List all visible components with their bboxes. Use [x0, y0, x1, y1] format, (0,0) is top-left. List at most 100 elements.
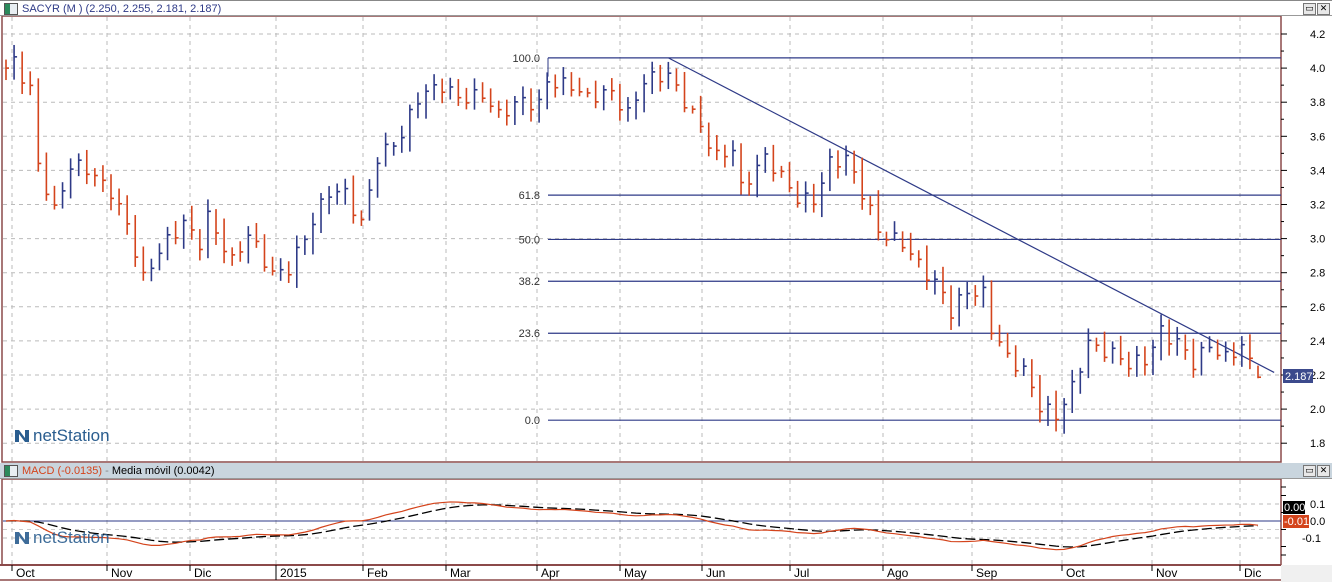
y-tick-label: 2.4	[1310, 336, 1325, 348]
ohlc-bar	[683, 71, 688, 113]
ohlc-bar	[586, 87, 591, 98]
ohlc-bar	[829, 148, 833, 192]
y-tick-label: 2.8	[1310, 268, 1325, 280]
ohlc-bar	[61, 182, 66, 209]
ohlc-bar	[1208, 336, 1213, 353]
close-button[interactable]: ✕	[1317, 3, 1330, 15]
ohlc-bar	[1136, 345, 1140, 377]
ohlc-bar	[417, 92, 421, 119]
macd-line	[5, 501, 1259, 551]
ohlc-bar	[199, 229, 203, 261]
ohlc-bar	[29, 71, 34, 96]
restore-button[interactable]: ▭	[1303, 3, 1316, 15]
ohlc-bar	[691, 105, 696, 114]
ohlc-bar	[1014, 345, 1019, 378]
ohlc-bar	[368, 179, 373, 221]
ohlc-bar	[514, 96, 518, 125]
ohlc-bar	[538, 89, 543, 123]
ohlc-bar	[13, 44, 18, 80]
ohlc-bar	[247, 226, 252, 264]
x-tick-label: Mar	[450, 566, 471, 580]
ohlc-bar	[958, 287, 963, 327]
macd-y-label: -0.1	[1302, 533, 1321, 545]
ohlc-bar	[772, 144, 777, 182]
y-tick-label: 4.0	[1310, 63, 1325, 75]
ohlc-bar	[85, 149, 90, 185]
signal-value-badge: 0.00	[1283, 501, 1305, 514]
ohlc-bar	[602, 85, 607, 111]
ohlc-bar	[497, 100, 502, 118]
fib-level-label: 50.0	[519, 234, 540, 246]
ohlc-bar	[926, 245, 930, 290]
ohlc-bar	[635, 91, 640, 120]
ohlc-bar	[505, 99, 510, 126]
y-tick-label: 4.2	[1310, 29, 1325, 41]
fib-level-label: 100.0	[512, 53, 540, 65]
ohlc-bar	[21, 51, 26, 95]
ohlc-bar	[990, 280, 995, 340]
ohlc-bar	[917, 250, 922, 268]
chart-canvas: 100.0 61.8 50.0 38.2 23.6 0.0 4.2 4.0 3.8 3.6 3.4…	[0, 15, 1332, 582]
ohlc-bar	[893, 221, 898, 241]
ohlc-bar	[384, 132, 389, 167]
fib-level-label: 38.2	[519, 276, 540, 288]
y-tick-label: 1.8	[1310, 438, 1325, 450]
ohlc-bar	[934, 270, 938, 295]
ohlc-bar	[1047, 395, 1051, 426]
macd-y-label: 0.1	[1310, 499, 1325, 511]
ohlc-bar	[376, 157, 381, 198]
ohlc-bar	[594, 80, 599, 109]
x-tick-label: 2015	[280, 566, 307, 580]
ohlc-bar	[53, 185, 58, 210]
ohlc-bar	[530, 88, 535, 122]
ohlc-bar	[1006, 332, 1011, 358]
ohlc-bar	[909, 232, 914, 261]
restore-button[interactable]: ▭	[1303, 465, 1316, 477]
ohlc-bar	[328, 186, 333, 215]
ohlc-bar	[748, 171, 753, 196]
ohlc-bar	[570, 72, 575, 97]
ohlc-bar	[1168, 319, 1173, 356]
ohlc-bar	[643, 74, 648, 113]
ohlc-bar	[1071, 369, 1076, 413]
ohlc-bar	[239, 241, 244, 262]
ohlc-bar	[1160, 314, 1165, 361]
ohlc-bar	[651, 61, 656, 95]
ohlc-bar	[966, 282, 971, 310]
close-button[interactable]: ✕	[1317, 465, 1330, 477]
ohlc-bar	[344, 178, 349, 205]
ohlc-bar	[845, 145, 850, 176]
ohlc-bar	[126, 195, 131, 235]
y-tick-label: 3.4	[1310, 165, 1325, 177]
ohlc-bar	[110, 174, 115, 211]
y-tick-label: 3.2	[1310, 200, 1325, 212]
ohlc-bar	[1111, 341, 1116, 364]
ohlc-bar	[546, 72, 551, 110]
ohlc-bar	[142, 246, 147, 281]
ohlc-bar	[223, 218, 228, 264]
y-tick-label: 3.0	[1310, 234, 1325, 246]
ohlc-bar	[740, 143, 745, 195]
ohlc-bar	[255, 222, 260, 248]
x-tick-label: Nov	[1156, 566, 1177, 580]
ohlc-bar	[263, 234, 268, 272]
x-tick-label: Feb	[367, 566, 388, 580]
ohlc-bar	[942, 266, 946, 305]
ohlc-bar	[627, 97, 631, 122]
ohlc-bar	[675, 68, 680, 92]
svg-text:netStation: netStation	[33, 426, 110, 445]
ohlc-bar	[1192, 338, 1197, 378]
ohlc-bar	[611, 78, 615, 101]
macd-y-label: 0.0	[1310, 516, 1325, 528]
ohlc-bar	[1257, 365, 1261, 379]
trendline	[668, 57, 1275, 373]
ohlc-bar	[1232, 342, 1237, 366]
ohlc-bar	[562, 67, 567, 96]
ohlc-bar	[554, 74, 559, 98]
ohlc-bar	[1079, 367, 1084, 394]
macd-panel-header: MACD (-0.0135) - Media móvil (0.0042) ▭ …	[0, 463, 1332, 479]
ohlc-bar	[441, 78, 446, 104]
ohlc-bar	[667, 61, 672, 90]
chart-icon	[4, 3, 18, 16]
ohlc-bar	[1063, 398, 1068, 434]
